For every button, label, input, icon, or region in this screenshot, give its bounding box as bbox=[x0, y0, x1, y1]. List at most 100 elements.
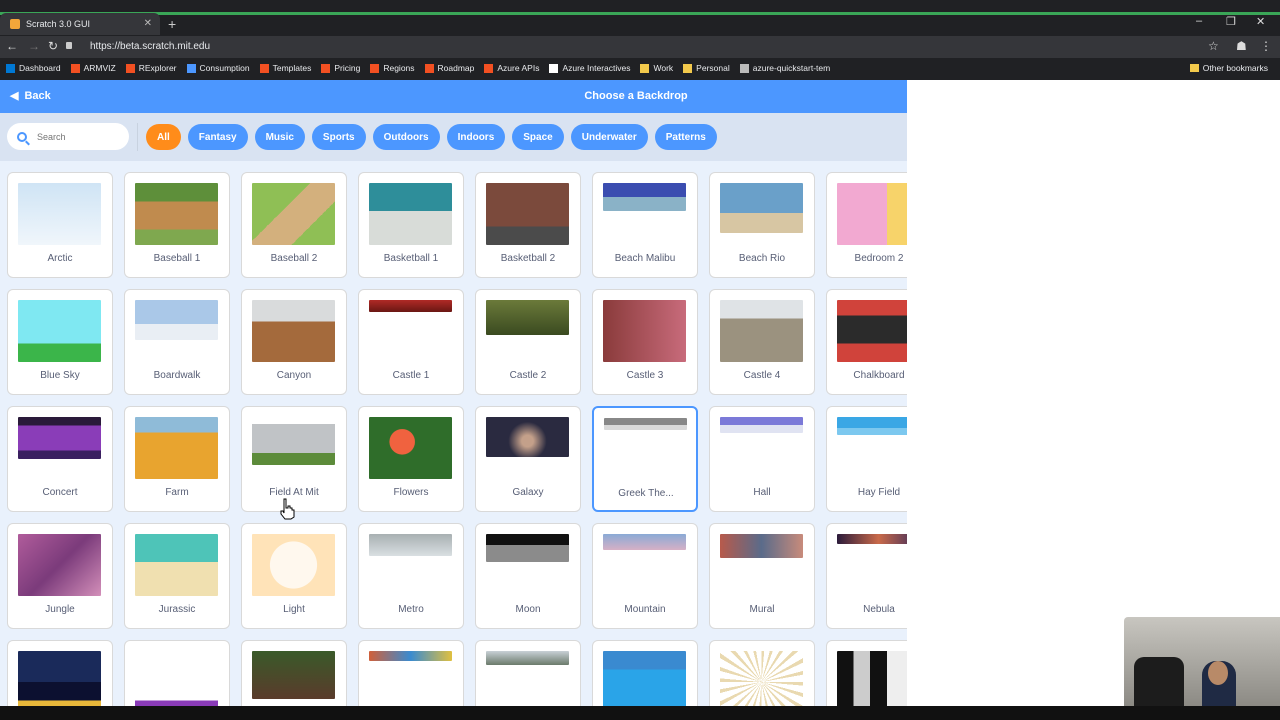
backdrop-label: Bedroom 2 bbox=[854, 253, 904, 264]
backdrop-label: Hay Field bbox=[857, 487, 901, 498]
backdrop-card[interactable]: Hay Field bbox=[826, 406, 907, 512]
backdrop-card[interactable]: Basketball 1 bbox=[358, 172, 464, 278]
tag-fantasy[interactable]: Fantasy bbox=[187, 124, 248, 150]
backdrop-card[interactable]: Light bbox=[241, 523, 347, 629]
close-window-icon[interactable]: ✕ bbox=[1256, 15, 1265, 28]
browser-tab[interactable]: Scratch 3.0 GUI ✕ bbox=[0, 13, 160, 35]
tag-patterns[interactable]: Patterns bbox=[654, 124, 717, 150]
backdrop-card[interactable]: Baseball 2 bbox=[241, 172, 347, 278]
backdrop-card[interactable] bbox=[358, 640, 464, 706]
backdrop-card[interactable]: Boardwalk bbox=[124, 289, 230, 395]
star-icon[interactable]: ☆ bbox=[1208, 39, 1219, 53]
backdrop-card[interactable]: Concert bbox=[7, 406, 113, 512]
backdrop-card[interactable]: Moon bbox=[475, 523, 581, 629]
bookmark-item[interactable]: Work bbox=[640, 63, 673, 73]
backdrop-card[interactable]: Bedroom 2 bbox=[826, 172, 907, 278]
backdrop-card[interactable]: Mountain bbox=[592, 523, 698, 629]
bookmark-item[interactable]: Consumption bbox=[186, 63, 250, 73]
bookmark-label: Azure Interactives bbox=[562, 63, 631, 73]
backdrop-thumbnail bbox=[603, 534, 686, 550]
backdrop-card[interactable]: Greek The... bbox=[592, 406, 698, 512]
backdrop-card[interactable]: Baseball 1 bbox=[124, 172, 230, 278]
bookmark-item[interactable]: RExplorer bbox=[125, 63, 177, 73]
backdrop-card[interactable]: Metro bbox=[358, 523, 464, 629]
backdrop-thumbnail bbox=[252, 534, 335, 596]
backdrop-card[interactable]: Basketball 2 bbox=[475, 172, 581, 278]
backdrop-thumbnail bbox=[135, 651, 218, 706]
backdrop-card[interactable] bbox=[475, 640, 581, 706]
backdrop-card[interactable] bbox=[826, 640, 907, 706]
backdrop-card[interactable]: Mural bbox=[709, 523, 815, 629]
backdrop-card[interactable]: Castle 1 bbox=[358, 289, 464, 395]
backdrop-card[interactable]: Blue Sky bbox=[7, 289, 113, 395]
backdrop-card[interactable] bbox=[709, 640, 815, 706]
backdrop-card[interactable]: Hall bbox=[709, 406, 815, 512]
other-bookmarks[interactable]: Other bookmarks bbox=[1189, 63, 1268, 73]
new-tab-icon[interactable]: + bbox=[168, 16, 176, 32]
tag-underwater[interactable]: Underwater bbox=[570, 124, 648, 150]
back-nav-icon[interactable]: ← bbox=[6, 39, 18, 53]
tag-space[interactable]: Space bbox=[512, 124, 564, 150]
backdrop-thumbnail bbox=[604, 418, 687, 430]
backdrop-card[interactable]: Castle 3 bbox=[592, 289, 698, 395]
bookmark-item[interactable]: Templates bbox=[259, 63, 311, 73]
backdrop-thumbnail bbox=[252, 417, 335, 465]
backdrop-label: Light bbox=[283, 604, 305, 615]
bookmark-item[interactable]: azure-quickstart-tem bbox=[739, 63, 830, 73]
backdrop-card[interactable]: Beach Malibu bbox=[592, 172, 698, 278]
backdrop-card[interactable]: Flowers bbox=[358, 406, 464, 512]
tag-music[interactable]: Music bbox=[254, 124, 305, 150]
bookmark-label: Roadmap bbox=[437, 63, 475, 73]
backdrop-thumbnail bbox=[18, 534, 101, 596]
bookmark-item[interactable]: ARMVIZ bbox=[70, 63, 116, 73]
backdrop-card[interactable]: Field At Mit bbox=[241, 406, 347, 512]
backdrop-card[interactable]: Beach Rio bbox=[709, 172, 815, 278]
bookmark-item[interactable]: Regions bbox=[370, 63, 415, 73]
backdrop-thumbnail bbox=[18, 417, 101, 459]
backdrop-label: Jungle bbox=[45, 604, 75, 615]
backdrop-card[interactable] bbox=[124, 640, 230, 706]
forward-nav-icon[interactable]: → bbox=[28, 39, 40, 53]
minimize-icon[interactable]: – bbox=[1196, 15, 1202, 27]
backdrop-card[interactable]: Castle 4 bbox=[709, 289, 815, 395]
backdrop-card[interactable]: Jurassic bbox=[124, 523, 230, 629]
bookmark-item[interactable]: Azure APIs bbox=[484, 63, 539, 73]
tag-list: All Fantasy Music Sports Outdoors Indoors Spac… bbox=[146, 124, 717, 150]
backdrop-label: Beach Malibu bbox=[614, 253, 676, 264]
bookmark-item[interactable]: Dashboard bbox=[6, 63, 61, 73]
bookmark-item[interactable]: Azure Interactives bbox=[549, 63, 630, 73]
bookmark-item[interactable]: Roadmap bbox=[424, 63, 475, 73]
tag-all[interactable]: All bbox=[146, 124, 181, 150]
search-box[interactable] bbox=[7, 123, 129, 150]
search-input[interactable] bbox=[37, 131, 117, 142]
backdrop-card[interactable] bbox=[592, 640, 698, 706]
restore-icon[interactable]: ❐ bbox=[1226, 15, 1236, 28]
reload-icon[interactable]: ↻ bbox=[48, 39, 58, 53]
profile-icon[interactable]: ☗ bbox=[1236, 39, 1247, 53]
backdrop-card[interactable] bbox=[241, 640, 347, 706]
backdrop-card[interactable] bbox=[7, 640, 113, 706]
backdrop-card[interactable]: Arctic bbox=[7, 172, 113, 278]
bookmark-item[interactable]: Pricing bbox=[321, 63, 360, 73]
bookmark-icon bbox=[683, 63, 693, 73]
backdrop-thumbnail bbox=[837, 183, 907, 245]
bookmarks-bar: Dashboard ARMVIZ RExplorer Consumption Templ… bbox=[0, 58, 1280, 78]
bookmark-item[interactable]: Personal bbox=[683, 63, 730, 73]
tag-outdoors[interactable]: Outdoors bbox=[372, 124, 440, 150]
backdrop-label: Castle 2 bbox=[509, 370, 547, 381]
backdrop-card[interactable]: Chalkboard bbox=[826, 289, 907, 395]
backdrop-card[interactable]: Galaxy bbox=[475, 406, 581, 512]
backdrop-card[interactable]: Castle 2 bbox=[475, 289, 581, 395]
url-field[interactable]: https://beta.scratch.mit.edu bbox=[90, 41, 210, 52]
tag-sports[interactable]: Sports bbox=[311, 124, 366, 150]
backdrop-label: Greek The... bbox=[618, 488, 674, 499]
backdrop-card[interactable]: Farm bbox=[124, 406, 230, 512]
menu-icon[interactable]: ⋮ bbox=[1260, 39, 1272, 53]
backdrop-label: Castle 3 bbox=[626, 370, 664, 381]
backdrop-card[interactable]: Nebula bbox=[826, 523, 907, 629]
tag-indoors[interactable]: Indoors bbox=[446, 124, 506, 150]
backdrop-card[interactable]: Jungle bbox=[7, 523, 113, 629]
webcam-overlay bbox=[1124, 617, 1280, 706]
backdrop-card[interactable]: Canyon bbox=[241, 289, 347, 395]
close-tab-icon[interactable]: ✕ bbox=[144, 18, 152, 29]
